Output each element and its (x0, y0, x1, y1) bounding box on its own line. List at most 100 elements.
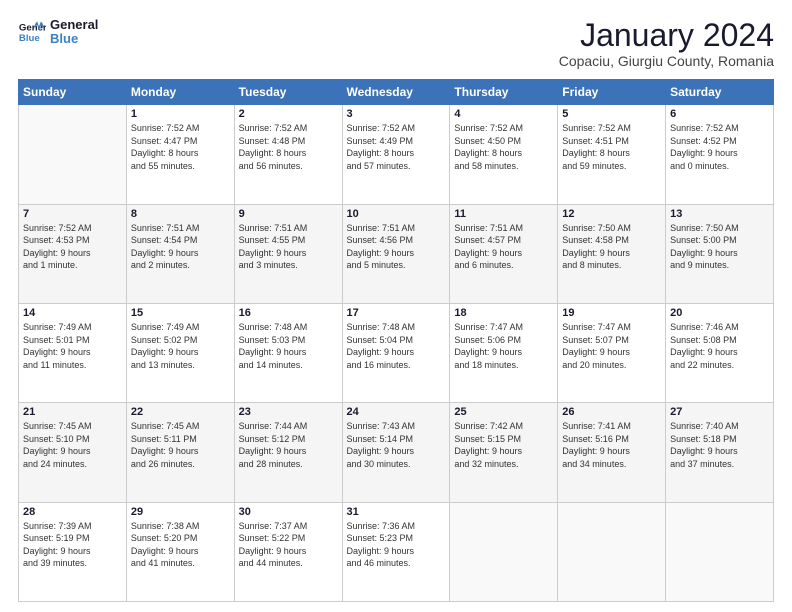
logo: General Blue General Blue (18, 18, 98, 47)
column-header-tuesday: Tuesday (234, 80, 342, 105)
day-number: 8 (131, 208, 230, 220)
day-cell: 27 Sunrise: 7:40 AM Sunset: 5:18 PM Dayli… (666, 403, 774, 502)
day-cell: 13Sunrise: 7:50 AM Sunset: 5:00 PM Dayli… (666, 204, 774, 303)
day-cell: 20Sunrise: 7:46 AM Sunset: 5:08 PM Dayli… (666, 303, 774, 402)
column-header-saturday: Saturday (666, 80, 774, 105)
day-number: 31 (347, 506, 446, 518)
day-info: Sunrise: 7:52 AM Sunset: 4:49 PM Dayligh… (347, 122, 446, 172)
day-info: Sunrise: 7:37 AM Sunset: 5:22 PM Dayligh… (239, 520, 338, 570)
day-info: Sunrise: 7:50 AM Sunset: 5:00 PM Dayligh… (670, 222, 769, 272)
day-cell (19, 105, 127, 204)
day-number: 11 (454, 208, 553, 220)
day-info: Sunrise: 7:47 AM Sunset: 5:07 PM Dayligh… (562, 321, 661, 371)
day-cell: 12Sunrise: 7:50 AM Sunset: 4:58 PM Dayli… (558, 204, 666, 303)
day-info: Sunrise: 7:51 AM Sunset: 4:56 PM Dayligh… (347, 222, 446, 272)
week-row-5: 28Sunrise: 7:39 AM Sunset: 5:19 PM Dayli… (19, 502, 774, 601)
calendar-header: SundayMondayTuesdayWednesdayThursdayFrid… (19, 80, 774, 105)
day-info: Sunrise: 7:49 AM Sunset: 5:01 PM Dayligh… (23, 321, 122, 371)
day-info: Sunrise: 7:52 AM Sunset: 4:51 PM Dayligh… (562, 122, 661, 172)
column-header-sunday: Sunday (19, 80, 127, 105)
day-number: 9 (239, 208, 338, 220)
day-info: Sunrise: 7:45 AM Sunset: 5:10 PM Dayligh… (23, 420, 122, 470)
day-number: 7 (23, 208, 122, 220)
logo-text-block: General Blue (50, 18, 98, 47)
week-row-2: 7 Sunrise: 7:52 AM Sunset: 4:53 PM Daylig… (19, 204, 774, 303)
header: General Blue General Blue January 2024 C… (18, 18, 774, 69)
day-info: Sunrise: 7:45 AM Sunset: 5:11 PM Dayligh… (131, 420, 230, 470)
day-cell: 18Sunrise: 7:47 AM Sunset: 5:06 PM Dayli… (450, 303, 558, 402)
day-info: Sunrise: 7:40 AM Sunset: 5:18 PM Dayligh… (670, 420, 769, 470)
calendar-subtitle: Copaciu, Giurgiu County, Romania (559, 53, 774, 69)
calendar-table: SundayMondayTuesdayWednesdayThursdayFrid… (18, 79, 774, 602)
svg-text:Blue: Blue (19, 33, 40, 44)
day-cell (666, 502, 774, 601)
day-cell: 14 Sunrise: 7:49 AM Sunset: 5:01 PM Dayli… (19, 303, 127, 402)
day-number: 17 (347, 307, 446, 319)
day-info: Sunrise: 7:52 AM Sunset: 4:48 PM Dayligh… (239, 122, 338, 172)
day-cell: 22 Sunrise: 7:45 AM Sunset: 5:11 PM Dayli… (126, 403, 234, 502)
week-row-4: 21 Sunrise: 7:45 AM Sunset: 5:10 PM Dayli… (19, 403, 774, 502)
day-number: 23 (239, 406, 338, 418)
day-cell: 29Sunrise: 7:38 AM Sunset: 5:20 PM Dayli… (126, 502, 234, 601)
day-number: 2 (239, 108, 338, 120)
calendar-page: General Blue General Blue January 2024 C… (0, 0, 792, 612)
day-number: 20 (670, 307, 769, 319)
day-number: 21 (23, 406, 122, 418)
day-cell: 7 Sunrise: 7:52 AM Sunset: 4:53 PM Daylig… (19, 204, 127, 303)
header-row: SundayMondayTuesdayWednesdayThursdayFrid… (19, 80, 774, 105)
day-cell: 15 Sunrise: 7:49 AM Sunset: 5:02 PM Dayli… (126, 303, 234, 402)
day-cell: 31 Sunrise: 7:36 AM Sunset: 5:23 PM Dayli… (342, 502, 450, 601)
day-number: 24 (347, 406, 446, 418)
day-number: 6 (670, 108, 769, 120)
day-number: 1 (131, 108, 230, 120)
day-info: Sunrise: 7:51 AM Sunset: 4:55 PM Dayligh… (239, 222, 338, 272)
day-number: 22 (131, 406, 230, 418)
day-cell: 11 Sunrise: 7:51 AM Sunset: 4:57 PM Dayli… (450, 204, 558, 303)
day-cell (450, 502, 558, 601)
day-number: 29 (131, 506, 230, 518)
day-number: 25 (454, 406, 553, 418)
day-number: 4 (454, 108, 553, 120)
day-info: Sunrise: 7:52 AM Sunset: 4:53 PM Dayligh… (23, 222, 122, 272)
day-info: Sunrise: 7:49 AM Sunset: 5:02 PM Dayligh… (131, 321, 230, 371)
logo-icon: General Blue (18, 18, 46, 46)
day-info: Sunrise: 7:36 AM Sunset: 5:23 PM Dayligh… (347, 520, 446, 570)
column-header-friday: Friday (558, 80, 666, 105)
day-info: Sunrise: 7:52 AM Sunset: 4:52 PM Dayligh… (670, 122, 769, 172)
day-cell: 5 Sunrise: 7:52 AM Sunset: 4:51 PM Daylig… (558, 105, 666, 204)
day-number: 26 (562, 406, 661, 418)
logo-line2: Blue (50, 32, 98, 46)
day-info: Sunrise: 7:43 AM Sunset: 5:14 PM Dayligh… (347, 420, 446, 470)
day-number: 14 (23, 307, 122, 319)
day-number: 16 (239, 307, 338, 319)
day-number: 27 (670, 406, 769, 418)
day-info: Sunrise: 7:42 AM Sunset: 5:15 PM Dayligh… (454, 420, 553, 470)
day-cell (558, 502, 666, 601)
logo-line1: General (50, 18, 98, 32)
day-info: Sunrise: 7:48 AM Sunset: 5:04 PM Dayligh… (347, 321, 446, 371)
day-number: 15 (131, 307, 230, 319)
day-info: Sunrise: 7:44 AM Sunset: 5:12 PM Dayligh… (239, 420, 338, 470)
day-cell: 3Sunrise: 7:52 AM Sunset: 4:49 PM Daylig… (342, 105, 450, 204)
day-number: 19 (562, 307, 661, 319)
column-header-monday: Monday (126, 80, 234, 105)
day-info: Sunrise: 7:51 AM Sunset: 4:54 PM Dayligh… (131, 222, 230, 272)
day-cell: 1Sunrise: 7:52 AM Sunset: 4:47 PM Daylig… (126, 105, 234, 204)
day-cell: 2 Sunrise: 7:52 AM Sunset: 4:48 PM Daylig… (234, 105, 342, 204)
column-header-wednesday: Wednesday (342, 80, 450, 105)
day-cell: 26 Sunrise: 7:41 AM Sunset: 5:16 PM Dayli… (558, 403, 666, 502)
day-info: Sunrise: 7:47 AM Sunset: 5:06 PM Dayligh… (454, 321, 553, 371)
day-cell: 16 Sunrise: 7:48 AM Sunset: 5:03 PM Dayli… (234, 303, 342, 402)
day-cell: 28Sunrise: 7:39 AM Sunset: 5:19 PM Dayli… (19, 502, 127, 601)
day-info: Sunrise: 7:48 AM Sunset: 5:03 PM Dayligh… (239, 321, 338, 371)
day-info: Sunrise: 7:39 AM Sunset: 5:19 PM Dayligh… (23, 520, 122, 570)
column-header-thursday: Thursday (450, 80, 558, 105)
day-number: 5 (562, 108, 661, 120)
day-cell: 21 Sunrise: 7:45 AM Sunset: 5:10 PM Dayli… (19, 403, 127, 502)
day-number: 10 (347, 208, 446, 220)
day-cell: 30Sunrise: 7:37 AM Sunset: 5:22 PM Dayli… (234, 502, 342, 601)
day-info: Sunrise: 7:51 AM Sunset: 4:57 PM Dayligh… (454, 222, 553, 272)
day-cell: 24 Sunrise: 7:43 AM Sunset: 5:14 PM Dayli… (342, 403, 450, 502)
day-cell: 4Sunrise: 7:52 AM Sunset: 4:50 PM Daylig… (450, 105, 558, 204)
day-info: Sunrise: 7:41 AM Sunset: 5:16 PM Dayligh… (562, 420, 661, 470)
